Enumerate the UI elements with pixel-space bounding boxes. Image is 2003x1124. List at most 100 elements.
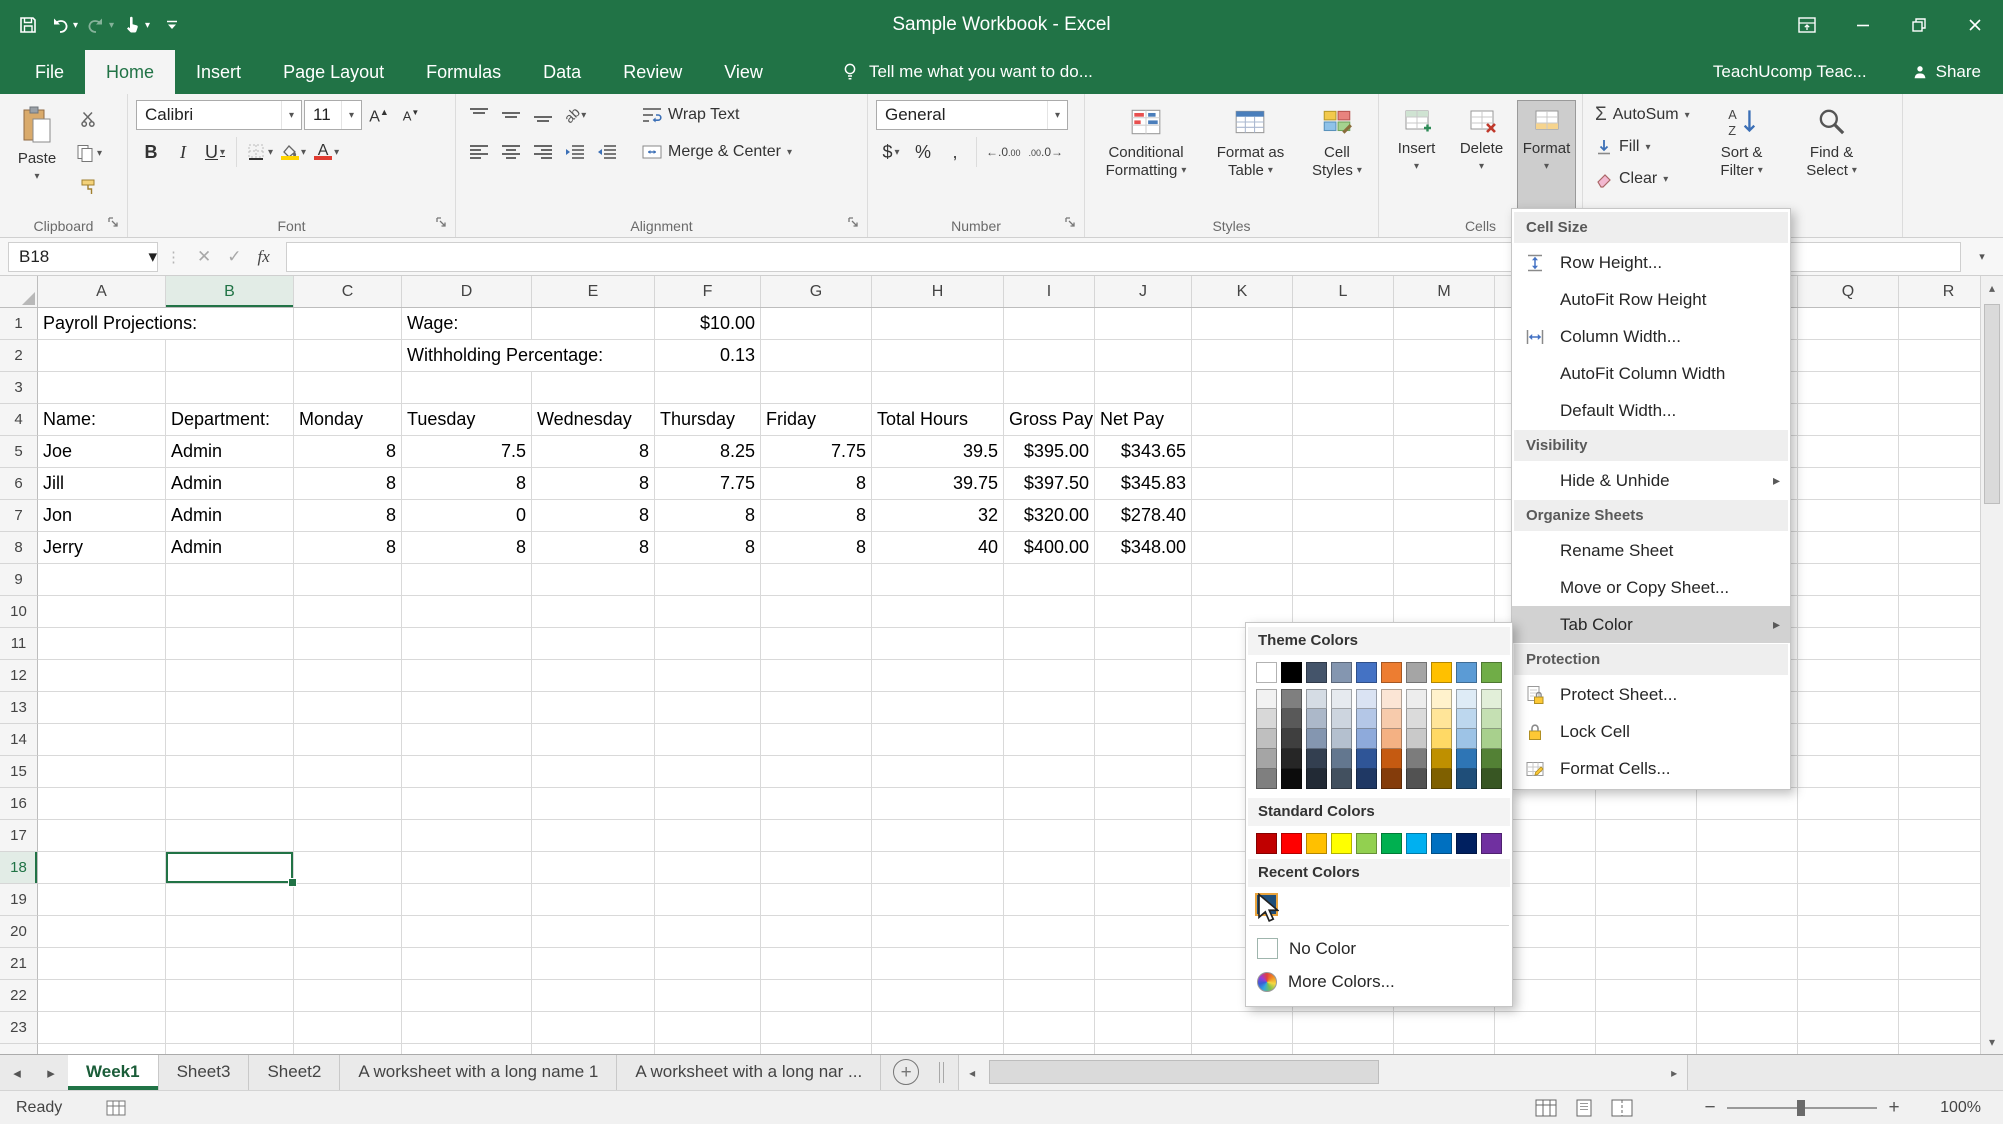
cell-O24[interactable] [1596, 1044, 1697, 1054]
cell-B24[interactable] [166, 1044, 294, 1054]
row-header-23[interactable]: 23 [0, 1012, 38, 1044]
cell-B9[interactable] [166, 564, 294, 596]
cell-G11[interactable] [761, 628, 872, 660]
cell-A16[interactable] [38, 788, 166, 820]
alignment-dialog-launcher[interactable] [846, 215, 862, 231]
column-header-K[interactable]: K [1192, 276, 1293, 307]
theme-shade-swatch[interactable] [1381, 689, 1402, 709]
theme-color-swatch[interactable] [1256, 662, 1277, 683]
theme-shade-swatch[interactable] [1281, 769, 1302, 789]
expand-formula-bar-icon[interactable]: ▾ [1969, 250, 1995, 263]
row-header-22[interactable]: 22 [0, 980, 38, 1012]
cell-K6[interactable] [1192, 468, 1293, 500]
cell-H11[interactable] [872, 628, 1004, 660]
cell-B23[interactable] [166, 1012, 294, 1044]
cell-F19[interactable] [655, 884, 761, 916]
cell-M3[interactable] [1394, 372, 1495, 404]
redo-button[interactable]: ▾ [82, 4, 118, 46]
theme-shade-swatch[interactable] [1456, 729, 1477, 749]
theme-shade-swatch[interactable] [1356, 749, 1377, 769]
cell-D16[interactable] [402, 788, 532, 820]
theme-shade-swatch[interactable] [1356, 769, 1377, 789]
theme-shade-swatch[interactable] [1481, 709, 1502, 729]
cell-B4[interactable]: Department: [166, 404, 294, 436]
sheet-tab-a-worksheet-with-a-long-name-1[interactable]: A worksheet with a long name 1 [340, 1055, 618, 1090]
autosum-button[interactable]: Σ AutoSum ▾ [1591, 100, 1694, 130]
cell-J24[interactable] [1095, 1044, 1192, 1054]
theme-shade-swatch[interactable] [1306, 709, 1327, 729]
theme-shade-swatch[interactable] [1331, 769, 1352, 789]
align-left-button[interactable] [464, 137, 494, 167]
cell-I22[interactable] [1004, 980, 1095, 1012]
theme-color-swatch[interactable] [1481, 662, 1502, 683]
cell-E22[interactable] [532, 980, 655, 1012]
cell-J20[interactable] [1095, 916, 1192, 948]
cell-H8[interactable]: 40 [872, 532, 1004, 564]
cell-F5[interactable]: 8.25 [655, 436, 761, 468]
cell-R22[interactable] [1899, 980, 1980, 1012]
cell-G14[interactable] [761, 724, 872, 756]
cell-R19[interactable] [1899, 884, 1980, 916]
share-button[interactable]: Share [1911, 50, 1981, 94]
cell-C21[interactable] [294, 948, 402, 980]
horizontal-scrollbar-thumb[interactable] [989, 1060, 1380, 1084]
font-dialog-launcher[interactable] [434, 215, 450, 231]
tab-home[interactable]: Home [85, 50, 176, 94]
customize-qat-button[interactable] [154, 4, 190, 46]
cell-D24[interactable] [402, 1044, 532, 1054]
cell-A2[interactable] [38, 340, 166, 372]
cell-D4[interactable]: Tuesday [402, 404, 532, 436]
cell-D21[interactable] [402, 948, 532, 980]
cell-A15[interactable] [38, 756, 166, 788]
cell-C24[interactable] [294, 1044, 402, 1054]
cell-C10[interactable] [294, 596, 402, 628]
cell-B7[interactable]: Admin [166, 500, 294, 532]
cell-B14[interactable] [166, 724, 294, 756]
row-header-1[interactable]: 1 [0, 308, 38, 340]
cell-A21[interactable] [38, 948, 166, 980]
cell-H15[interactable] [872, 756, 1004, 788]
cell-A24[interactable] [38, 1044, 166, 1054]
cell-E21[interactable] [532, 948, 655, 980]
cell-N24[interactable] [1495, 1044, 1596, 1054]
tab-splitter-handle[interactable] [939, 1062, 945, 1083]
cell-I16[interactable] [1004, 788, 1095, 820]
cell-R15[interactable] [1899, 756, 1980, 788]
theme-shade-swatch[interactable] [1456, 749, 1477, 769]
cell-A6[interactable]: Jill [38, 468, 166, 500]
cell-I14[interactable] [1004, 724, 1095, 756]
cell-P24[interactable] [1697, 1044, 1798, 1054]
cell-C2[interactable] [294, 340, 402, 372]
column-header-D[interactable]: D [402, 276, 532, 307]
column-header-B[interactable]: B [166, 276, 294, 307]
cell-J7[interactable]: $278.40 [1095, 500, 1192, 532]
cell-R9[interactable] [1899, 564, 1980, 596]
percent-style-button[interactable]: % [908, 137, 938, 167]
cell-R11[interactable] [1899, 628, 1980, 660]
cell-C16[interactable] [294, 788, 402, 820]
cell-M1[interactable] [1394, 308, 1495, 340]
theme-color-swatch[interactable] [1331, 662, 1352, 683]
theme-shade-swatch[interactable] [1256, 769, 1277, 789]
cell-A14[interactable] [38, 724, 166, 756]
cell-K9[interactable] [1192, 564, 1293, 596]
cell-M6[interactable] [1394, 468, 1495, 500]
theme-shade-swatch[interactable] [1281, 709, 1302, 729]
cell-J4[interactable]: Net Pay [1095, 404, 1192, 436]
cell-R12[interactable] [1899, 660, 1980, 692]
cell-D13[interactable] [402, 692, 532, 724]
cell-I4[interactable]: Gross Pay [1004, 404, 1095, 436]
cell-G3[interactable] [761, 372, 872, 404]
theme-shade-swatch[interactable] [1431, 729, 1452, 749]
theme-shade-swatch[interactable] [1456, 689, 1477, 709]
cell-E24[interactable] [532, 1044, 655, 1054]
cell-H6[interactable]: 39.75 [872, 468, 1004, 500]
increase-font-size-button[interactable]: A▲ [364, 100, 394, 130]
cell-I9[interactable] [1004, 564, 1095, 596]
cell-C3[interactable] [294, 372, 402, 404]
number-format-combo[interactable]: General ▾ [876, 100, 1068, 130]
cell-J9[interactable] [1095, 564, 1192, 596]
cell-D9[interactable] [402, 564, 532, 596]
theme-shade-swatch[interactable] [1356, 709, 1377, 729]
row-header-2[interactable]: 2 [0, 340, 38, 372]
